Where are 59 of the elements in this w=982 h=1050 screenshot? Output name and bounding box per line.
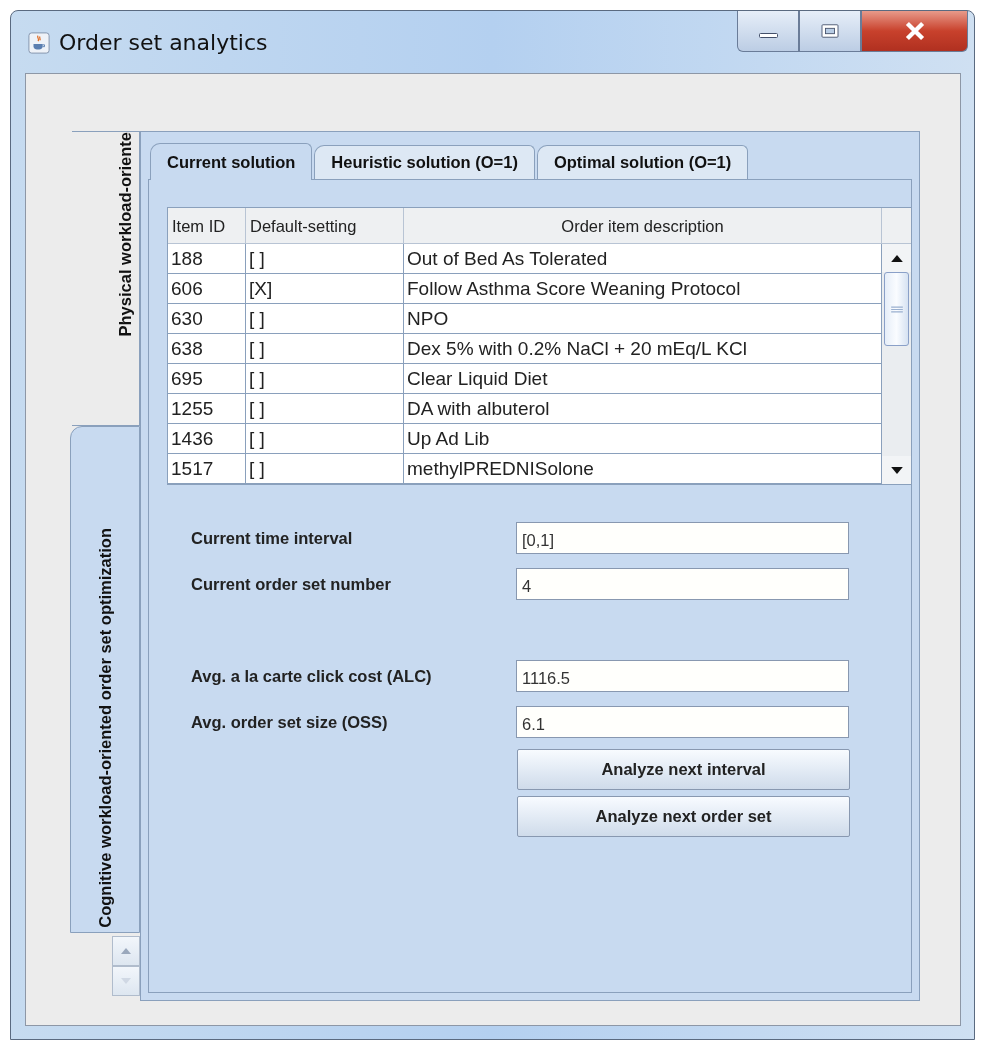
down-arrow-icon xyxy=(121,978,131,984)
table-cell: 1517 xyxy=(168,454,246,484)
table-cell: 695 xyxy=(168,364,246,394)
table-cell: Clear Liquid Diet xyxy=(404,364,882,394)
table-cell: [ ] xyxy=(246,304,404,334)
table-cell: 606 xyxy=(168,274,246,304)
cup-icon xyxy=(28,32,50,54)
scroll-up-button[interactable] xyxy=(882,244,911,272)
scroll-thumb[interactable] xyxy=(884,272,909,346)
table-cell: Out of Bed As Tolerated xyxy=(404,244,882,274)
field-label: Current order set number xyxy=(191,574,392,594)
grip-icon xyxy=(890,305,903,313)
field-label: Avg. order set size (OSS) xyxy=(191,712,389,732)
close-button[interactable] xyxy=(861,11,968,52)
table-cell: Up Ad Lib xyxy=(404,424,882,454)
tab[interactable]: Heuristic solution (O=1) xyxy=(314,145,535,179)
table-cell: [ ] xyxy=(246,424,404,454)
table-cell: [X] xyxy=(246,274,404,304)
text-field[interactable]: 4 xyxy=(516,568,849,600)
text-field[interactable]: [0,1] xyxy=(516,522,849,554)
window-title: Order set analytics xyxy=(59,30,268,55)
table-cell: DA with albuterol xyxy=(404,394,882,424)
minimize-icon xyxy=(758,32,778,38)
tab[interactable]: Optimal solution (O=1) xyxy=(536,145,749,179)
header-corner xyxy=(882,208,911,244)
column-header[interactable]: Item ID xyxy=(168,208,246,244)
analyze-button[interactable]: Analyze next order set xyxy=(517,796,850,837)
analyze-button[interactable]: Analyze next interval xyxy=(517,749,850,790)
column-header[interactable]: Default-setting xyxy=(246,208,404,244)
table-cell: 638 xyxy=(168,334,246,364)
column-header[interactable]: Order item description xyxy=(404,208,882,244)
maximize-button[interactable] xyxy=(799,11,861,52)
table-cell: 630 xyxy=(168,304,246,334)
table-cell: Follow Asthma Score Weaning Protocol xyxy=(404,274,882,304)
side-tab[interactable]: Physical workload-oriente xyxy=(72,131,140,426)
table-cell: [ ] xyxy=(246,334,404,364)
table-cell: [ ] xyxy=(246,394,404,424)
table-cell: [ ] xyxy=(246,244,404,274)
table-cell: [ ] xyxy=(246,454,404,484)
up-arrow-icon xyxy=(890,254,903,262)
text-field[interactable]: 6.1 xyxy=(516,706,849,738)
side-tab[interactable]: Cognitive workload-oriented order set optimization xyxy=(70,426,140,933)
table-cell: 1255 xyxy=(168,394,246,424)
scrollbar[interactable] xyxy=(882,244,911,484)
minimize-button[interactable] xyxy=(737,11,799,52)
down-arrow-icon xyxy=(890,466,903,474)
tab[interactable]: Current solution xyxy=(150,143,313,180)
table-cell: NPO xyxy=(404,304,882,334)
field-label: Avg. a la carte click cost (ALC) xyxy=(191,666,433,686)
maximize-icon xyxy=(818,23,842,39)
field-label: Current time interval xyxy=(191,528,354,548)
table-cell: [ ] xyxy=(246,364,404,394)
table-cell: 1436 xyxy=(168,424,246,454)
text-field[interactable]: 1116.5 xyxy=(516,660,849,692)
table-cell: Dex 5% with 0.2% NaCl + 20 mEq/L KCl xyxy=(404,334,882,364)
scroll-down-button[interactable] xyxy=(882,456,911,484)
table-cell: methylPREDNISolone xyxy=(404,454,882,484)
up-arrow-icon xyxy=(121,948,131,954)
table-cell: 188 xyxy=(168,244,246,274)
